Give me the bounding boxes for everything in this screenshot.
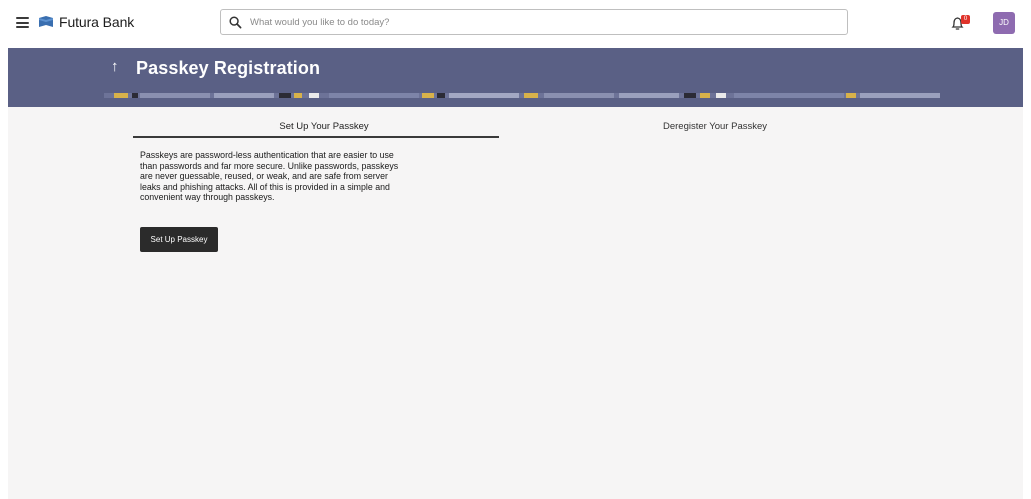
brand-logo[interactable]: Futura Bank [38,14,134,30]
search-icon [229,15,242,28]
passkey-description: Passkeys are password-less authenticatio… [140,150,399,202]
search-input[interactable] [250,16,847,28]
tab-deregister-passkey[interactable]: Deregister Your Passkey [507,121,923,139]
active-tab-indicator [133,136,499,138]
page-title: Passkey Registration [136,58,321,78]
futura-logo-icon [39,16,53,27]
set-up-passkey-button[interactable]: Set Up Passkey [140,227,218,252]
avatar[interactable]: JD [993,12,1015,34]
page-banner: ↑ Passkey Registration [8,48,1023,107]
brand-name: Futura Bank [59,14,135,30]
notification-badge: 0 [961,15,970,24]
banner-decorative-stripe [104,93,940,98]
search-bar[interactable] [220,9,848,35]
back-arrow-icon[interactable]: ↑ [111,58,119,75]
hamburger-menu-icon[interactable] [16,17,29,28]
